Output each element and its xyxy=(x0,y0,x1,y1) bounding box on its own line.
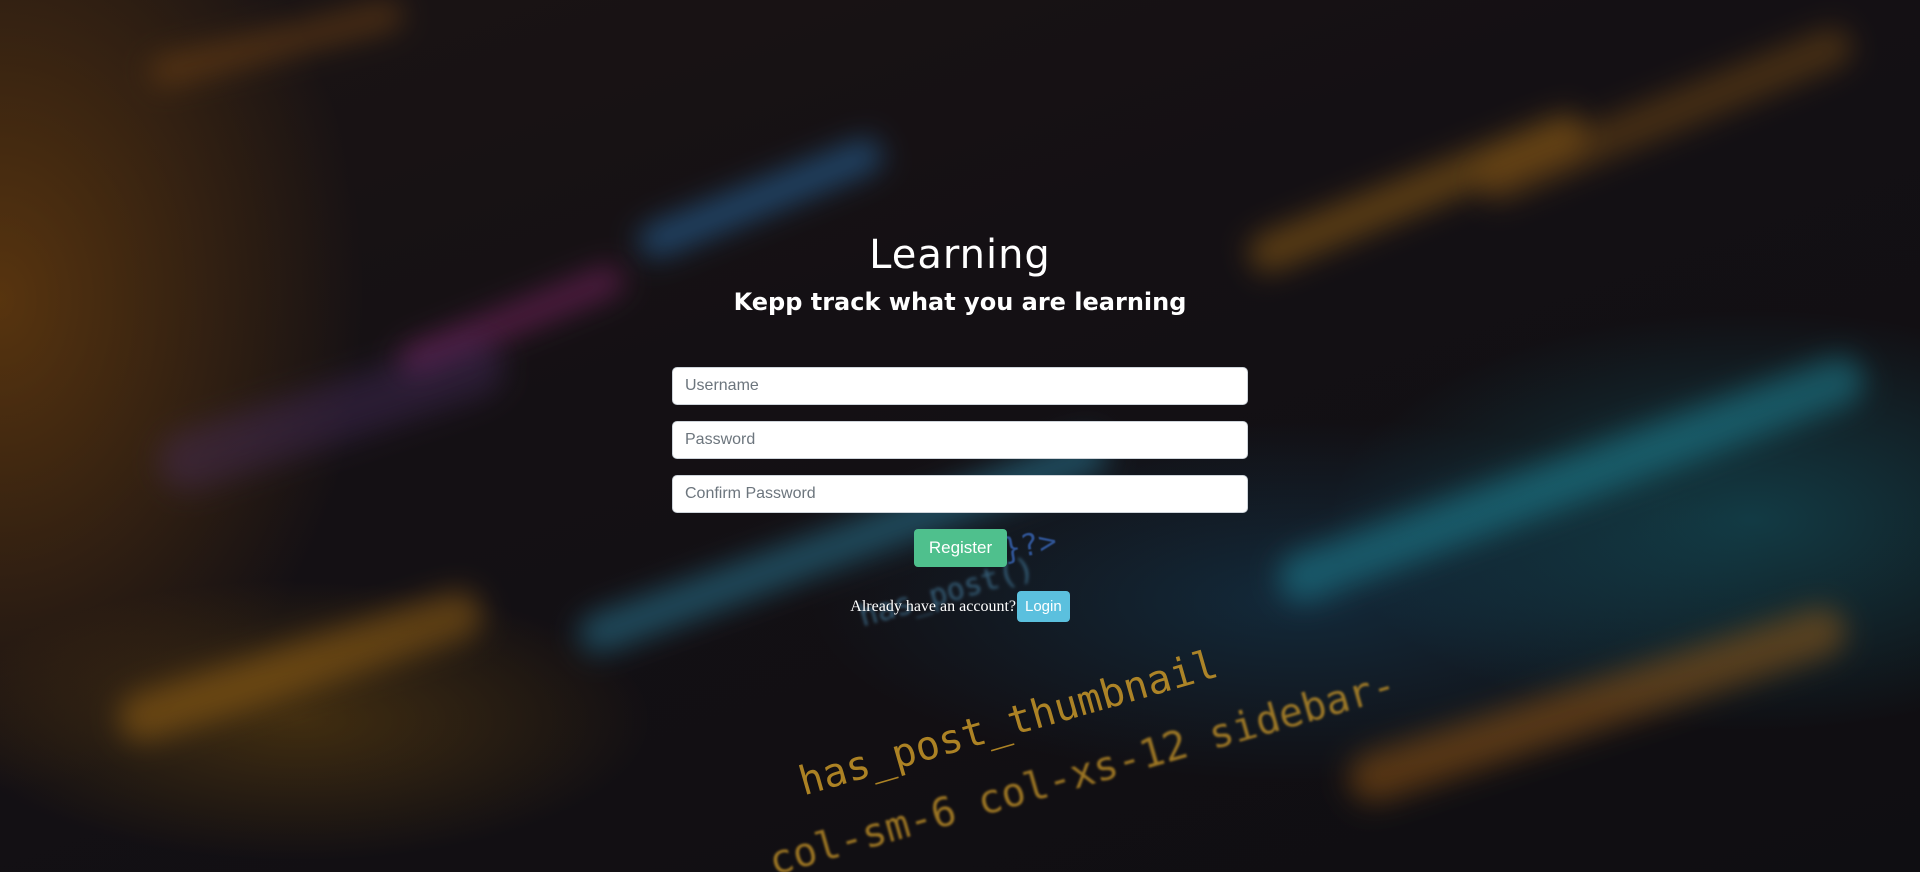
register-button[interactable]: Register xyxy=(914,529,1007,567)
login-button[interactable]: Login xyxy=(1016,591,1070,622)
register-page: Learning Kepp track what you are learnin… xyxy=(0,0,1920,872)
page-subtitle: Kepp track what you are learning xyxy=(733,288,1187,316)
username-input[interactable] xyxy=(672,367,1248,405)
login-prompt: Already have an account? Login xyxy=(0,591,1920,622)
confirm-password-input[interactable] xyxy=(672,475,1248,513)
password-input[interactable] xyxy=(672,421,1248,459)
page-title: Learning xyxy=(869,232,1051,278)
login-prompt-text: Already have an account? xyxy=(850,597,1016,615)
